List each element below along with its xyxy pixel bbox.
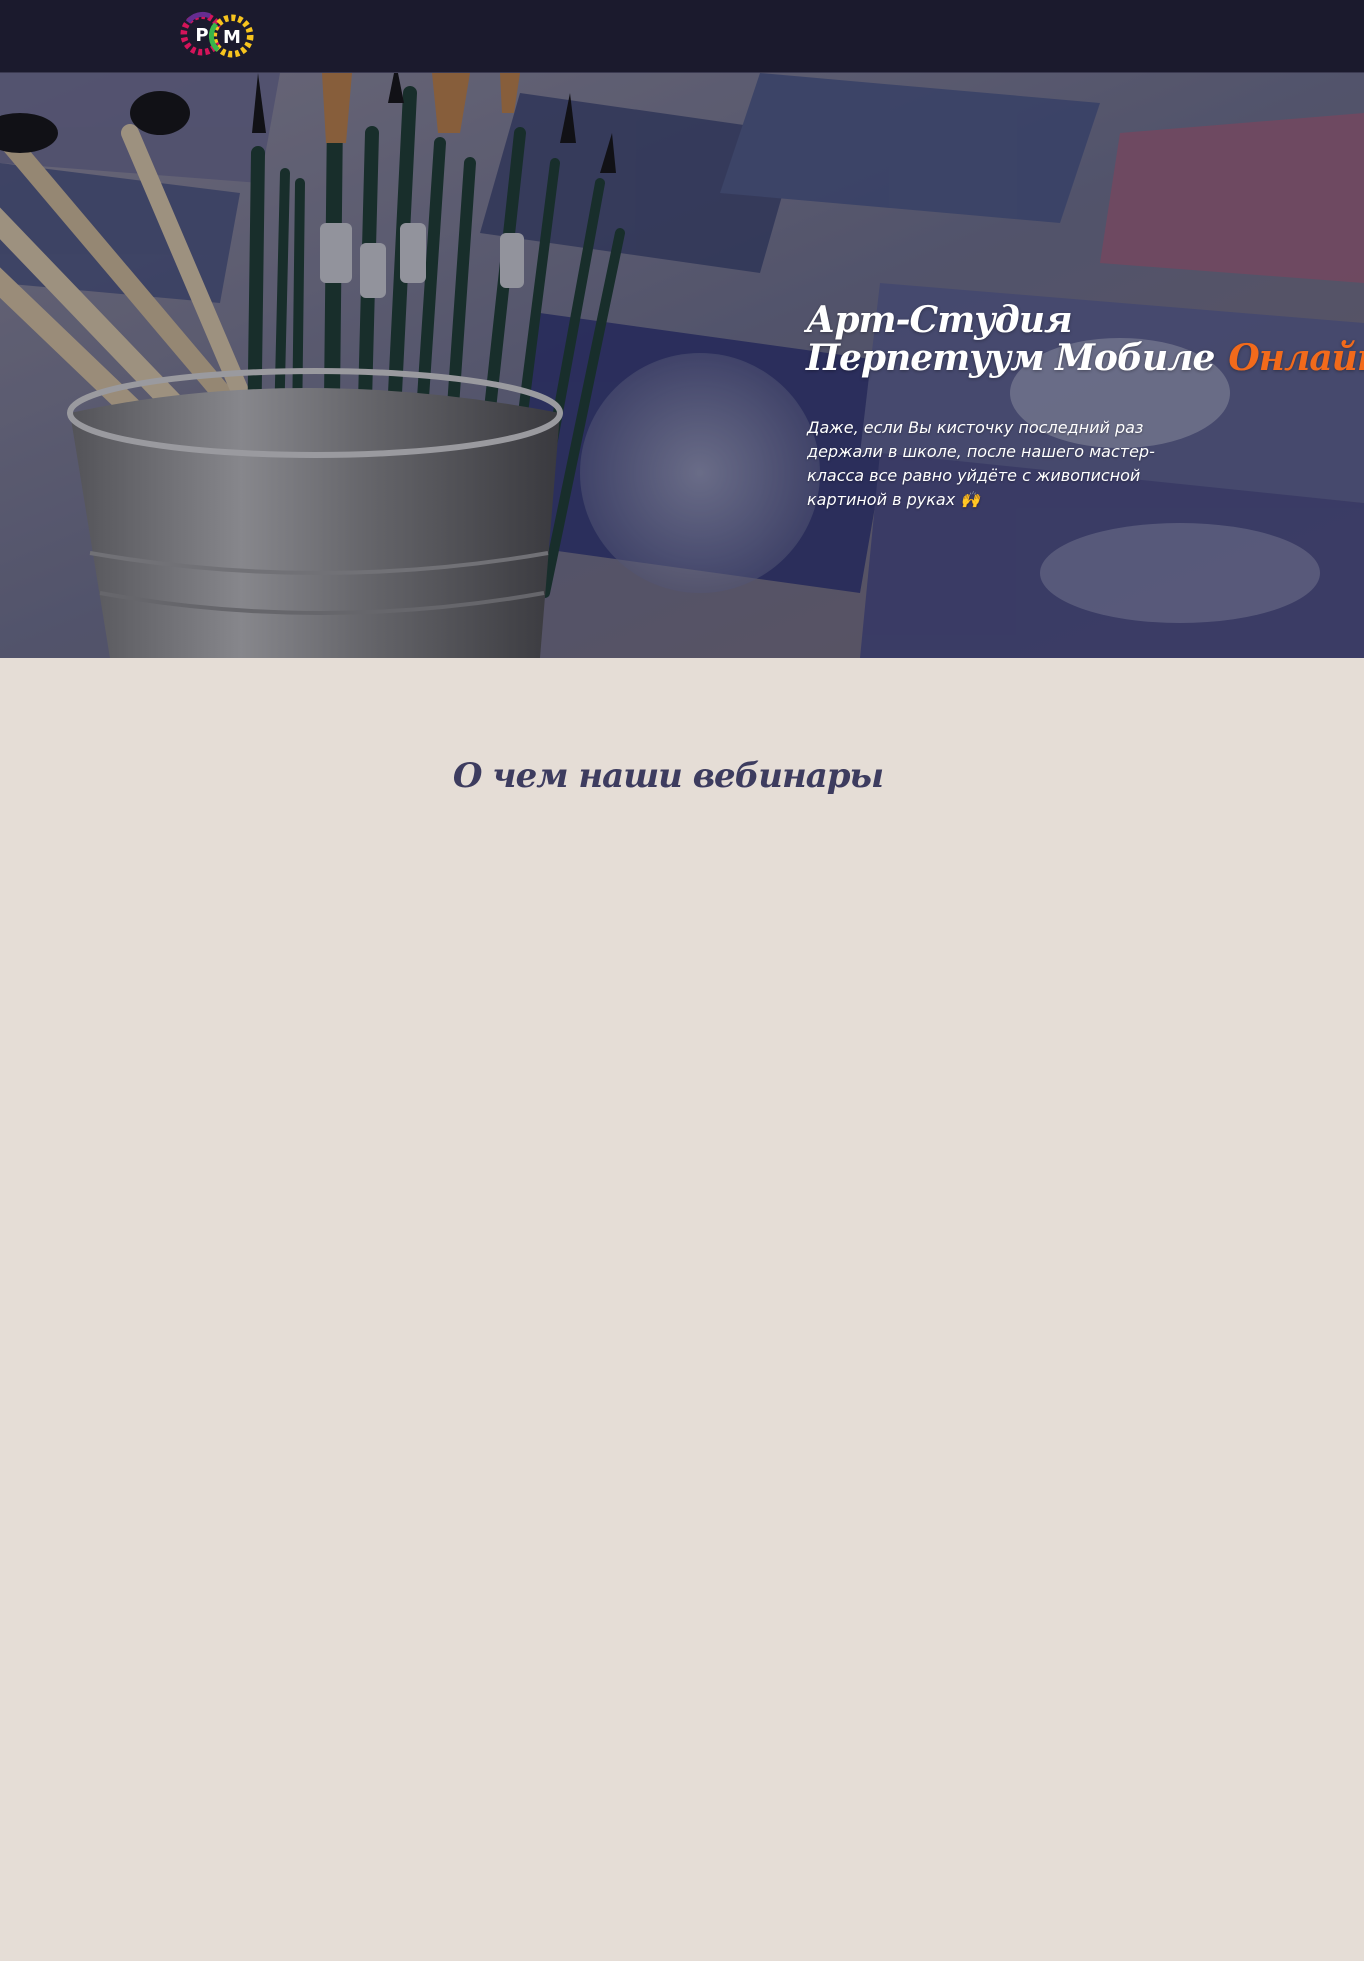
logo-letter-p: P [195, 25, 208, 46]
hero-title-line1: Арт-Студия [806, 299, 1073, 341]
logo-icon: P M [180, 11, 254, 58]
hero-section: Арт-Студия Перпетуум Мобиле Онлайн Даже, … [0, 73, 1364, 658]
logo-link[interactable]: P M [180, 10, 256, 62]
logo-letter-m: M [223, 27, 241, 48]
webinars-title: О чем наши вебинары [452, 756, 884, 796]
hero-title: Арт-Студия Перпетуум Мобиле Онлайн [806, 301, 1364, 377]
hero-title-studio-name: Перпетуум Мобиле [806, 337, 1215, 379]
site-header: P M [0, 0, 1364, 73]
hero-title-line2: Перпетуум Мобиле Онлайн [806, 339, 1364, 377]
hero-title-accent: Онлайн [1228, 337, 1364, 379]
hero-description: Даже, если Вы кисточку последний раз дер… [807, 418, 1155, 509]
